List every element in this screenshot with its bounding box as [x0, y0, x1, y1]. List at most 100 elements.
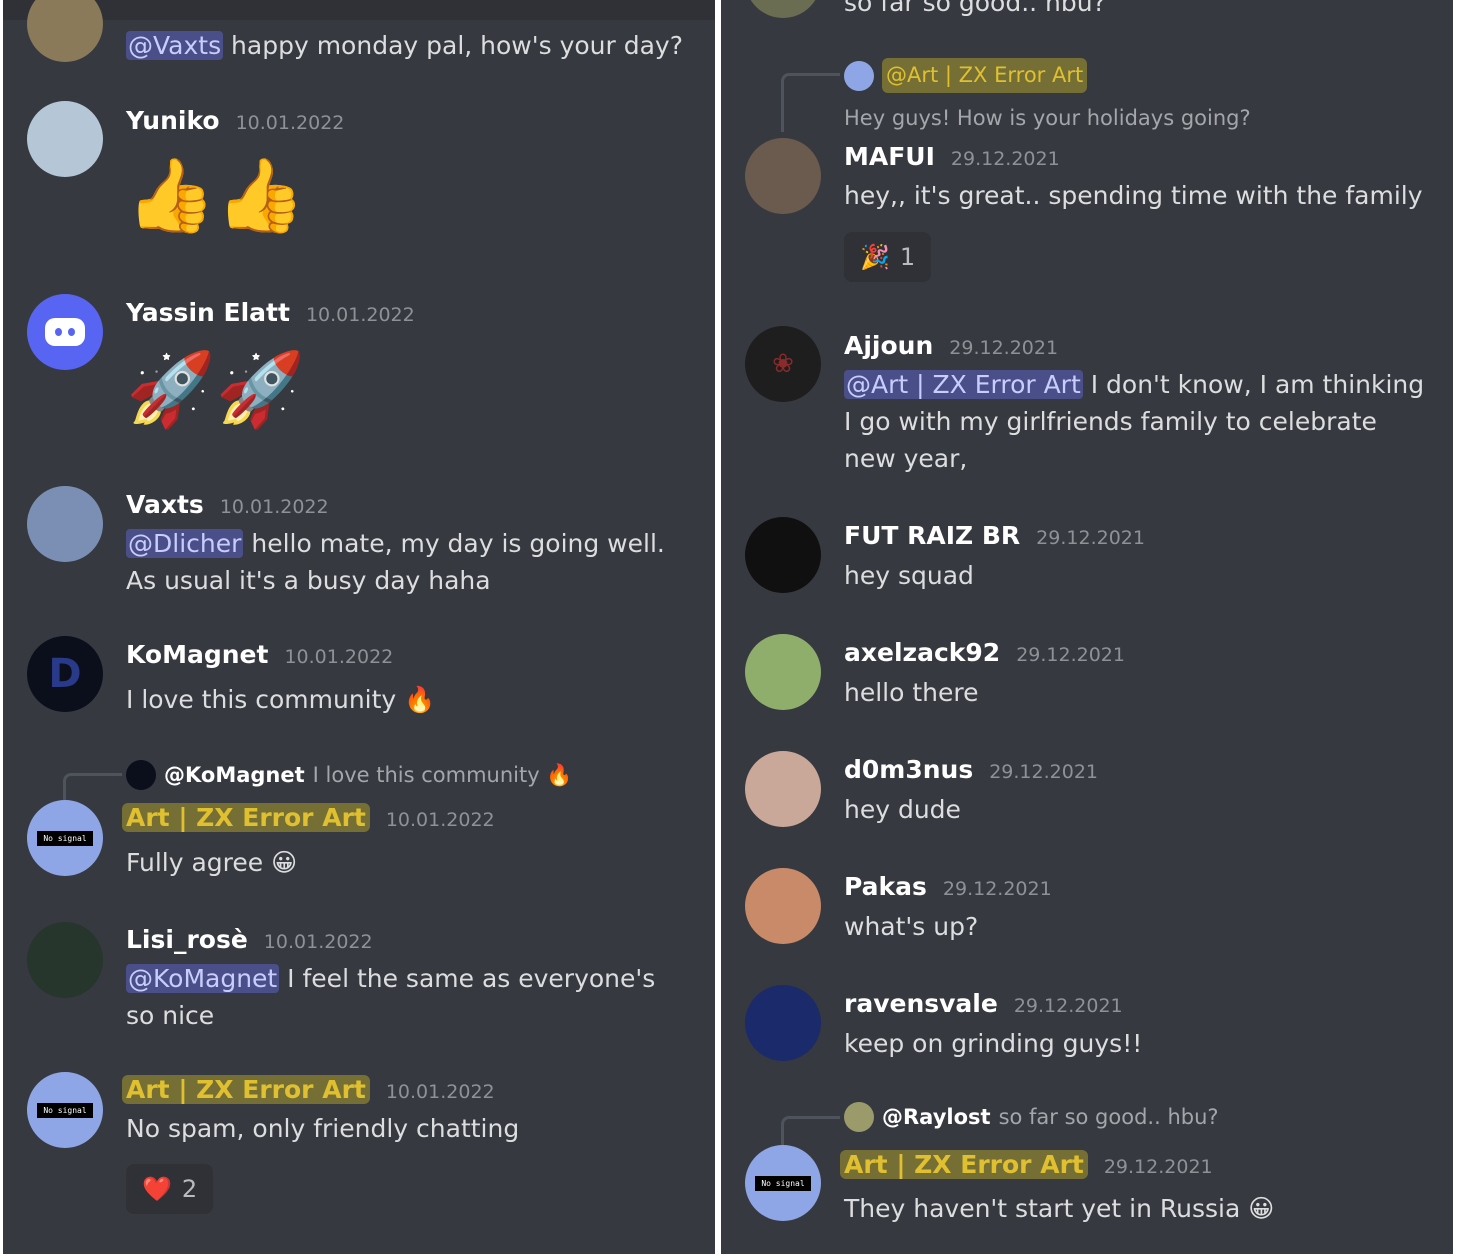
reply-text: so far so good.. hbu?	[998, 1105, 1219, 1129]
username[interactable]: KoMagnet	[126, 640, 268, 669]
avatar	[844, 60, 874, 91]
avatar[interactable]	[745, 985, 821, 1061]
top-bar	[3, 0, 715, 20]
reply-spine	[781, 1116, 840, 1145]
reaction-count: 2	[181, 1175, 198, 1203]
avatar[interactable]: No signal	[745, 1145, 821, 1221]
message-text: keep on grinding guys!!	[844, 1029, 1143, 1058]
message-header: Vaxts 10.01.2022	[126, 490, 329, 519]
username[interactable]: d0m3nus	[844, 755, 973, 784]
message-text: what's up?	[844, 912, 979, 941]
mention[interactable]: @Dlicher	[126, 529, 244, 558]
avatar	[844, 1102, 874, 1132]
message-header: MAFUI 29.12.2021	[844, 142, 1060, 171]
avatar[interactable]	[27, 294, 103, 370]
timestamp: 29.12.2021	[1103, 1156, 1213, 1178]
reply-text: I love this community 🔥	[312, 762, 573, 787]
message-header: axelzack92 29.12.2021	[844, 638, 1125, 667]
message-header: Art | ZX Error Art 10.01.2022	[122, 803, 495, 832]
message-header: Pakas 29.12.2021	[844, 872, 1052, 901]
avatar[interactable]	[745, 517, 821, 593]
mention[interactable]: @KoMagnet	[126, 964, 280, 993]
message-text: hey squad	[844, 561, 974, 590]
avatar[interactable]	[745, 0, 821, 18]
username[interactable]: Art | ZX Error Art	[122, 803, 370, 832]
username[interactable]: Art | ZX Error Art	[840, 1150, 1088, 1179]
message-header: Art | ZX Error Art 29.12.2021	[840, 1150, 1213, 1179]
reply-text: Hey guys! How is your holidays going?	[844, 106, 1251, 130]
reaction-button[interactable]: 🎉 1	[844, 232, 932, 282]
avatar[interactable]	[745, 868, 821, 944]
reply-preview[interactable]: @KoMagnet I love this community 🔥	[126, 760, 573, 790]
timestamp: 10.01.2022	[305, 304, 415, 326]
username[interactable]: Art | ZX Error Art	[122, 1075, 370, 1104]
timestamp: 10.01.2022	[385, 809, 495, 831]
avatar[interactable]	[27, 101, 103, 177]
avatar[interactable]: ❀	[745, 326, 821, 402]
username[interactable]: MAFUI	[844, 142, 935, 171]
message-header: KoMagnet 10.01.2022	[126, 640, 393, 669]
username[interactable]: Pakas	[844, 872, 927, 901]
message-text: They haven't start yet in Russia 😀	[844, 1194, 1275, 1223]
reply-spine	[63, 773, 122, 800]
message-text: hello there	[844, 678, 979, 707]
message-header: Ajjoun 29.12.2021	[844, 331, 1058, 360]
message-text: so far so good.. hbu?	[844, 0, 1106, 17]
message-text: @Vaxts happy monday pal, how's your day?	[126, 31, 683, 60]
message-header: FUT RAIZ BR 29.12.2021	[844, 521, 1145, 550]
username[interactable]: Lisi_rosè	[126, 925, 248, 954]
message-header: Yassin Elatt 10.01.2022	[126, 298, 415, 327]
username[interactable]: Vaxts	[126, 490, 204, 519]
timestamp: 29.12.2021	[1013, 995, 1123, 1017]
username[interactable]: Yuniko	[126, 106, 220, 135]
avatar[interactable]	[27, 0, 103, 62]
avatar[interactable]	[27, 486, 103, 562]
reply-author[interactable]: @Raylost	[882, 1105, 991, 1129]
message-text: hey dude	[844, 795, 961, 824]
red-heart-icon: ❤️	[142, 1175, 172, 1203]
username[interactable]: ravensvale	[844, 989, 998, 1018]
reply-author[interactable]: @KoMagnet	[164, 763, 305, 787]
message-text: hey,, it's great.. spending time with th…	[844, 181, 1423, 210]
avatar[interactable]	[745, 751, 821, 827]
timestamp: 10.01.2022	[263, 931, 373, 953]
message-text: Fully agree 😀	[126, 848, 298, 877]
reply-spine	[781, 73, 840, 132]
avatar[interactable]: No signal	[27, 800, 103, 876]
party-popper-icon: 🎉	[860, 243, 890, 271]
message-text: @KoMagnet I feel the same as everyone's …	[126, 964, 656, 1030]
timestamp: 29.12.2021	[942, 878, 1052, 900]
username[interactable]: FUT RAIZ BR	[844, 521, 1020, 550]
avatar	[126, 760, 156, 790]
timestamp: 29.12.2021	[1036, 527, 1145, 549]
timestamp: 29.12.2021	[949, 337, 1059, 359]
timestamp: 29.12.2021	[1016, 644, 1125, 666]
message-text: @Art | ZX Error Art I don't know, I am t…	[844, 370, 1425, 473]
avatar[interactable]: D	[27, 636, 103, 712]
mention[interactable]: @Vaxts	[126, 31, 224, 60]
username[interactable]: Yassin Elatt	[126, 298, 290, 327]
rocket-icon: 🚀🚀	[126, 347, 306, 431]
username[interactable]: axelzack92	[844, 638, 1000, 667]
timestamp: 29.12.2021	[950, 148, 1060, 170]
thumbs-up-icon: 👍👍	[126, 153, 306, 237]
chat-panel-right: so far so good.. hbu? @Art | ZX Error Ar…	[721, 0, 1453, 1254]
timestamp: 10.01.2022	[235, 112, 345, 134]
message-header: d0m3nus 29.12.2021	[844, 755, 1098, 784]
message-header: Lisi_rosè 10.01.2022	[126, 925, 373, 954]
mention[interactable]: @Art | ZX Error Art	[844, 370, 1083, 399]
avatar[interactable]	[27, 922, 103, 998]
username[interactable]: Ajjoun	[844, 331, 933, 360]
avatar[interactable]	[745, 634, 821, 710]
reaction-button[interactable]: ❤️ 2	[126, 1164, 214, 1214]
reply-preview[interactable]: @Raylost so far so good.. hbu?	[844, 1102, 1219, 1132]
timestamp: 10.01.2022	[284, 646, 394, 668]
avatar[interactable]: No signal	[27, 1072, 103, 1148]
message-text: @Dlicher hello mate, my day is going wel…	[126, 529, 665, 595]
reply-author[interactable]: @Art | ZX Error Art	[882, 58, 1088, 93]
discord-logo-icon	[45, 318, 85, 346]
timestamp: 10.01.2022	[219, 496, 329, 518]
avatar[interactable]	[745, 138, 821, 214]
timestamp: 29.12.2021	[989, 761, 1099, 783]
reply-preview[interactable]: @Art | ZX Error Art Hey guys! How is you…	[844, 58, 1424, 136]
